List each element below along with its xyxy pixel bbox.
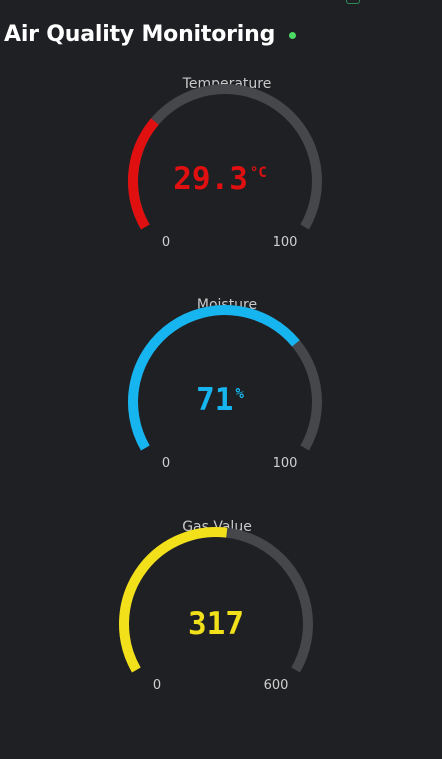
gauge-value: 29.3 — [173, 161, 248, 197]
moisture-gauge: 71% 0 100 — [128, 305, 322, 471]
page-title: Air Quality Monitoring — [4, 21, 276, 47]
gauge-fill — [128, 118, 159, 230]
online-status-dot — [289, 31, 297, 39]
gauge-max: 100 — [273, 456, 298, 471]
gauge-min: 0 — [162, 235, 170, 250]
gauge-max: 100 — [273, 235, 298, 250]
gauge-value-text: 317 — [188, 606, 244, 642]
gauge-max: 600 — [264, 678, 289, 693]
gauge-unit: % — [235, 386, 244, 402]
gauge-fill — [128, 305, 300, 451]
gauge-value: 71 — [196, 382, 233, 418]
gauge-value: 317 — [188, 606, 244, 642]
gauge-track — [128, 84, 322, 230]
gauge-unit: °C — [250, 165, 267, 181]
gauge-min: 0 — [162, 456, 170, 471]
gauge-value-text: 71% — [196, 382, 244, 418]
gauge-min: 0 — [153, 678, 161, 693]
gas-value-gauge: 317 0 600 — [119, 527, 313, 693]
header: Air Quality Monitoring — [4, 16, 297, 52]
gauge-value-text: 29.3 °C — [173, 161, 267, 197]
temperature-gauge: 29.3 °C 0 100 — [128, 84, 322, 250]
gauge-fill — [119, 527, 228, 673]
top-tab-edge — [346, 0, 360, 4]
